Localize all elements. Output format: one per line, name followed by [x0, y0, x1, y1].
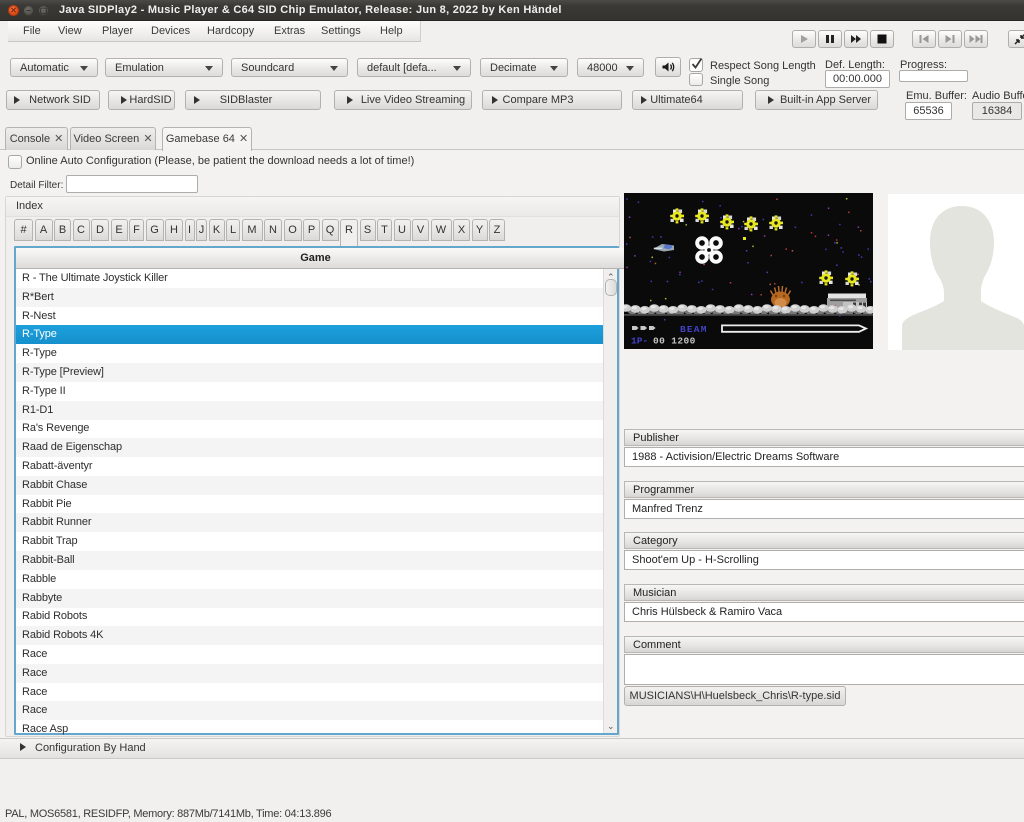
svg-text:1P-: 1P-: [631, 336, 648, 347]
svg-text:BEAM: BEAM: [680, 324, 708, 335]
svg-text:00 1200: 00 1200: [653, 336, 696, 347]
